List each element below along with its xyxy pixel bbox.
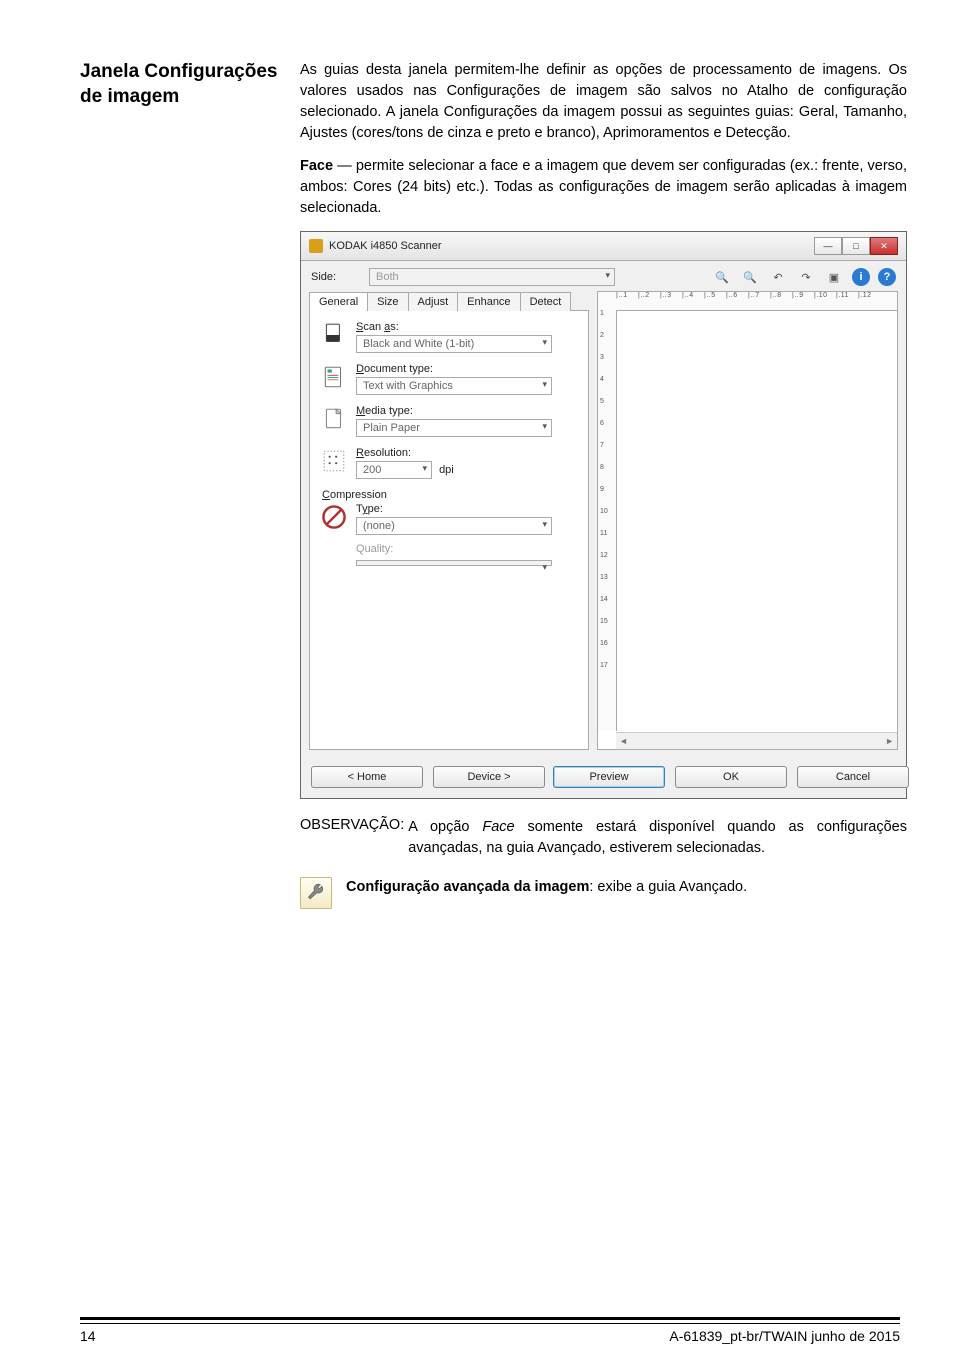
tab-general[interactable]: General	[309, 292, 368, 311]
note-label: OBSERVAÇÃO:	[300, 817, 404, 859]
cancel-button[interactable]: Cancel	[797, 766, 909, 788]
resolution-unit: dpi	[439, 464, 454, 476]
minimize-button[interactable]: —	[814, 237, 842, 255]
page-number: 14	[80, 1328, 96, 1344]
maximize-button[interactable]: □	[842, 237, 870, 255]
doc-type-icon	[320, 363, 348, 391]
fit-icon[interactable]: ▣	[824, 267, 844, 287]
tab-adjust[interactable]: Adjust	[408, 292, 459, 311]
paragraph-face: Face — permite selecionar a face e a ima…	[300, 156, 907, 219]
compression-quality-label: Quality:	[356, 543, 578, 555]
paragraph-intro: As guias desta janela permitem-lhe defin…	[300, 60, 907, 144]
face-rest: — permite selecionar a face e a imagem q…	[300, 158, 907, 216]
screenshot-window: KODAK i4850 Scanner — □ ✕ Side: Both 🔍 🔍…	[300, 231, 907, 799]
tab-body: Scan as: Black and White (1-bit)	[309, 311, 589, 750]
scrollbar-horizontal[interactable]: ◄►	[616, 732, 897, 749]
close-button[interactable]: ✕	[870, 237, 898, 255]
media-combo[interactable]: Plain Paper	[356, 419, 552, 437]
media-icon	[320, 405, 348, 433]
media-label: Media type:	[356, 405, 578, 417]
ruler-horizontal: |..1|..2|..3|..4|..5|..6|..7|..8|..9|.10…	[598, 292, 897, 311]
rotate-right-icon[interactable]: ↷	[796, 267, 816, 287]
window-title: KODAK i4850 Scanner	[329, 240, 814, 252]
doc-type-combo[interactable]: Text with Graphics	[356, 377, 552, 395]
note-text: A opção Face somente estará disponível q…	[408, 817, 907, 859]
compression-type-combo[interactable]: (none)	[356, 517, 552, 535]
scan-as-combo[interactable]: Black and White (1-bit)	[356, 335, 552, 353]
tab-strip: General Size Adjust Enhance Detect	[309, 291, 589, 311]
section-heading: Janela Configurações de imagem	[80, 60, 280, 109]
face-lead: Face	[300, 158, 333, 174]
doc-type-label: Document type:	[356, 363, 578, 375]
preview-pane: |..1|..2|..3|..4|..5|..6|..7|..8|..9|.10…	[597, 291, 898, 750]
tab-enhance[interactable]: Enhance	[457, 292, 520, 311]
scan-as-icon	[320, 321, 348, 349]
home-button[interactable]: < Home	[311, 766, 423, 788]
device-button[interactable]: Device >	[433, 766, 545, 788]
ruler-vertical: 1234567891011121314151617	[598, 310, 617, 731]
tab-detect[interactable]: Detect	[520, 292, 572, 311]
help-icon[interactable]: ?	[878, 268, 896, 286]
resolution-label: Resolution:	[356, 447, 578, 459]
ok-button[interactable]: OK	[675, 766, 787, 788]
page-footer: 14 A-61839_pt-br/TWAIN junho de 2015	[80, 1317, 900, 1344]
titlebar: KODAK i4850 Scanner — □ ✕	[301, 232, 906, 261]
wrench-icon	[300, 877, 332, 909]
compression-type-label: Type:	[356, 503, 578, 515]
resolution-icon	[320, 447, 348, 475]
side-row: Side: Both 🔍 🔍 ↶ ↷ ▣ i ?	[301, 261, 906, 291]
preview-button[interactable]: Preview	[553, 766, 665, 788]
zoom-in-icon[interactable]: 🔍	[712, 267, 732, 287]
scan-as-label: Scan as:	[356, 321, 578, 333]
app-icon	[309, 239, 323, 253]
side-label: Side:	[311, 271, 361, 283]
compression-quality-combo	[356, 560, 552, 566]
compression-label: Compression	[322, 489, 578, 501]
resolution-combo[interactable]: 200	[356, 461, 432, 479]
doc-id: A-61839_pt-br/TWAIN junho de 2015	[669, 1328, 900, 1344]
side-combo[interactable]: Both	[369, 268, 615, 286]
rotate-left-icon[interactable]: ↶	[768, 267, 788, 287]
tool-text: Configuração avançada da imagem: exibe a…	[346, 877, 747, 898]
tab-size[interactable]: Size	[367, 292, 408, 311]
info-icon[interactable]: i	[852, 268, 870, 286]
zoom-out-icon[interactable]: 🔍	[740, 267, 760, 287]
compression-icon	[320, 503, 348, 531]
